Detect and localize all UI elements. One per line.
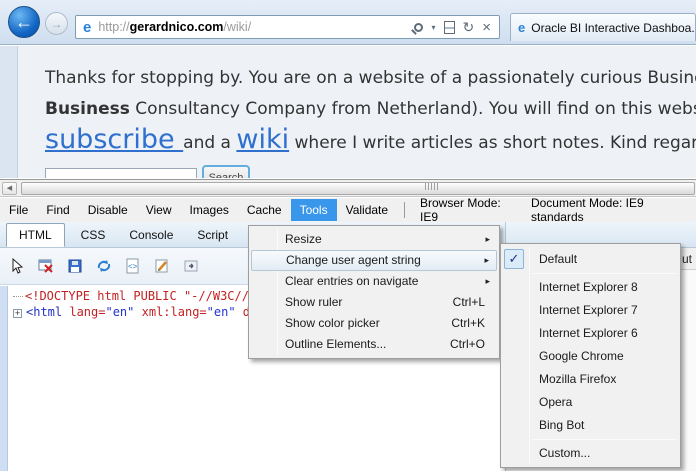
ie-favicon: e	[83, 19, 91, 36]
menu-separator	[532, 273, 677, 274]
devtools-menubar: File Find Disable View Images Cache Tool…	[0, 198, 696, 222]
clear-browser-cache-icon[interactable]	[37, 257, 55, 275]
page-search-input[interactable]	[45, 168, 197, 178]
submenu-arrow-icon: ▸	[485, 271, 490, 292]
browser-tab[interactable]: e Oracle BI Interactive Dashboa...	[510, 13, 696, 41]
address-bar-icons: ▾ ↻ ×	[414, 19, 499, 36]
menu-validate[interactable]: Validate	[337, 199, 397, 221]
menu-view[interactable]: View	[137, 199, 181, 221]
scrollbar-grip	[425, 183, 438, 190]
submenu-item-internet-explorer-8[interactable]: Internet Explorer 8	[501, 276, 680, 299]
tools-dropdown-menu: Resize ▸ Change user agent string ▸ Clea…	[248, 225, 500, 359]
subscribe-link[interactable]: subscribe	[45, 124, 183, 155]
tree-row-doctype[interactable]: <!DOCTYPE html PUBLIC "-//W3C//	[13, 289, 249, 304]
view-source-icon[interactable]: <>	[124, 257, 142, 275]
menu-item-resize[interactable]: Resize ▸	[249, 229, 499, 250]
page-paragraph-3: subscribe and a wiki where I write artic…	[45, 124, 696, 155]
stop-icon[interactable]: ×	[482, 21, 491, 34]
browser-window: ← → e http://gerardnico.com/wiki/ ▾ ↻ × …	[0, 0, 696, 471]
back-arrow-icon: ←	[15, 12, 33, 33]
menu-disable[interactable]: Disable	[79, 199, 137, 221]
refresh-icon[interactable]: ↻	[463, 19, 475, 36]
chevron-down-icon[interactable]: ▾	[431, 23, 435, 32]
search-icon[interactable]	[414, 23, 423, 32]
back-button[interactable]: ←	[8, 6, 40, 38]
select-element-icon[interactable]	[8, 257, 26, 275]
submenu-item-opera[interactable]: Opera	[501, 391, 680, 414]
menu-find[interactable]: Find	[37, 199, 78, 221]
submenu-arrow-icon: ▸	[484, 251, 489, 270]
user-agent-submenu: ✓ Default Internet Explorer 8 Internet E…	[500, 243, 681, 468]
edit-icon[interactable]	[153, 257, 171, 275]
svg-text:<>: <>	[128, 262, 138, 271]
shortcut-label: Ctrl+O	[450, 334, 485, 355]
submenu-item-google-chrome[interactable]: Google Chrome	[501, 345, 680, 368]
submenu-item-bing-bot[interactable]: Bing Bot	[501, 414, 680, 437]
page-paragraph-2: Business Consultancy Company from Nether…	[45, 99, 696, 119]
menu-images[interactable]: Images	[181, 199, 238, 221]
menubar-divider	[404, 202, 405, 218]
tab-console[interactable]: Console	[117, 223, 185, 247]
tree-connector	[13, 296, 23, 297]
menu-tools[interactable]: Tools	[291, 199, 337, 221]
tab-html[interactable]: HTML	[6, 223, 65, 247]
menu-item-show-color-picker[interactable]: Show color picker Ctrl+K	[249, 313, 499, 334]
page-search-button[interactable]: Search	[202, 165, 250, 178]
address-bar[interactable]: e http://gerardnico.com/wiki/ ▾ ↻ ×	[75, 15, 500, 39]
page-content: Thanks for stopping by. You are on a web…	[0, 46, 696, 178]
menu-item-change-user-agent-string[interactable]: Change user agent string ▸	[251, 250, 497, 271]
url-text: http://gerardnico.com/wiki/	[98, 20, 251, 34]
menu-cache[interactable]: Cache	[238, 199, 291, 221]
tree-row-html[interactable]: +<html lang="en" xml:lang="en" d	[13, 305, 250, 320]
shortcut-label: Ctrl+L	[453, 292, 485, 313]
wiki-link[interactable]: wiki	[236, 124, 289, 155]
checkmark-icon: ✓	[504, 249, 524, 269]
forward-button[interactable]: →	[45, 12, 68, 35]
menu-item-clear-entries-on-navigate[interactable]: Clear entries on navigate ▸	[249, 271, 499, 292]
submenu-item-internet-explorer-6[interactable]: Internet Explorer 6	[501, 322, 680, 345]
refresh-dom-icon[interactable]	[95, 257, 113, 275]
submenu-item-custom[interactable]: Custom...	[501, 442, 680, 465]
menu-separator	[532, 439, 677, 440]
submenu-arrow-icon: ▸	[485, 229, 490, 250]
browser-chrome: ← → e http://gerardnico.com/wiki/ ▾ ↻ × …	[0, 0, 696, 45]
scroll-left-button[interactable]: ◀	[2, 182, 17, 195]
element-view-icon[interactable]	[182, 257, 200, 275]
submenu-item-default[interactable]: ✓ Default	[501, 247, 680, 271]
forward-arrow-icon: →	[51, 17, 63, 31]
tab-favicon: e	[518, 20, 525, 35]
tab-title: Oracle BI Interactive Dashboa...	[531, 21, 696, 35]
save-icon[interactable]	[66, 257, 84, 275]
page-paragraph-1: Thanks for stopping by. You are on a web…	[45, 68, 696, 88]
shortcut-label: Ctrl+K	[451, 313, 485, 334]
code-left-strip	[0, 286, 8, 471]
menu-item-show-ruler[interactable]: Show ruler Ctrl+L	[249, 292, 499, 313]
tab-script[interactable]: Script	[185, 223, 240, 247]
menu-file[interactable]: File	[0, 199, 37, 221]
tab-css[interactable]: CSS	[69, 223, 118, 247]
expand-icon[interactable]: +	[13, 309, 22, 318]
submenu-item-mozilla-firefox[interactable]: Mozilla Firefox	[501, 368, 680, 391]
compatibility-view-icon[interactable]	[444, 21, 455, 34]
submenu-item-internet-explorer-7[interactable]: Internet Explorer 7	[501, 299, 680, 322]
menu-item-outline-elements[interactable]: Outline Elements... Ctrl+O	[249, 334, 499, 355]
right-pane-tab-fragment[interactable]: ut	[682, 252, 692, 266]
page-left-margin	[0, 46, 18, 178]
